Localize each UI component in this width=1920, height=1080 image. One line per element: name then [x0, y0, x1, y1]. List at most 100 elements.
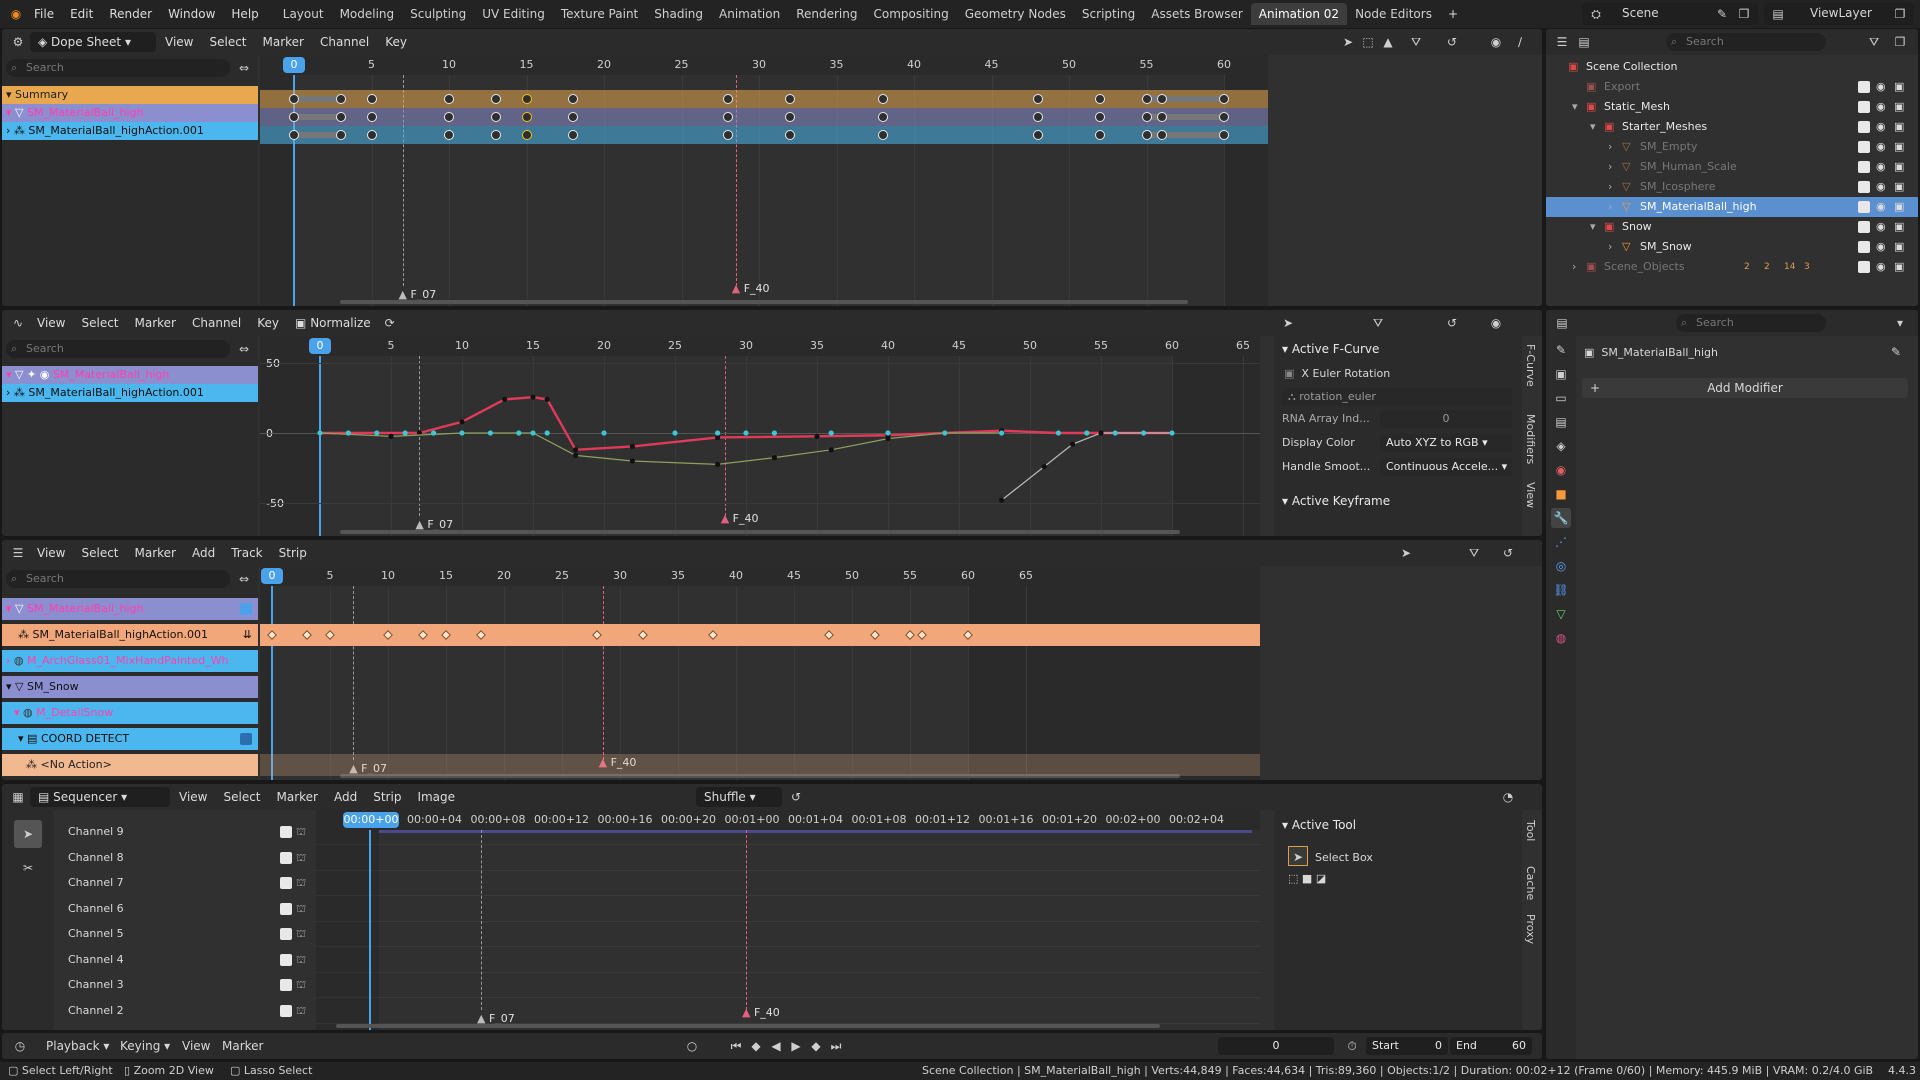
push-down-icon[interactable]: ⇊	[243, 624, 252, 646]
channel-object[interactable]: ▾ ▽ SM_MaterialBall_high	[2, 104, 258, 122]
new-view-layer-icon[interactable]: ❐	[1890, 4, 1910, 24]
keyframe[interactable]	[1219, 130, 1229, 140]
active-keyframe-title[interactable]: ▾ Active Keyframe	[1282, 494, 1390, 508]
nla-menu-track[interactable]: Track	[224, 546, 269, 560]
keyframe[interactable]	[878, 130, 888, 140]
view-layer-selector[interactable]: ▤ ViewLayer ❐	[1764, 3, 1914, 25]
curve-keyframe[interactable]	[573, 447, 579, 453]
mode-extend-icon[interactable]: ■	[1302, 872, 1312, 885]
pin-icon[interactable]: ✎	[1886, 342, 1906, 362]
seq-channel-row[interactable]: Channel 3 ⛫	[54, 973, 314, 997]
curve-keyframe[interactable]	[502, 396, 508, 402]
menu-timeline-marker[interactable]: Marker	[222, 1039, 263, 1053]
data-path-field[interactable]: ⛬ rotation_euler	[1282, 388, 1512, 406]
modifier-tab-icon[interactable]: 🔧	[1551, 508, 1571, 528]
graph-select-icon[interactable]: ➤	[1278, 313, 1298, 333]
add-modifier-button[interactable]: + Add Modifier	[1582, 378, 1908, 398]
material-tab-icon[interactable]: ◍	[1551, 628, 1571, 648]
scene-selector[interactable]: ⛭ Scene ✎ ❐	[1582, 3, 1758, 25]
outliner-row[interactable]: › ▽ SM_Icosphere ◉ ▣	[1546, 177, 1918, 197]
tab-cache[interactable]: Cache	[1524, 866, 1537, 900]
add-workspace-button[interactable]: +	[1440, 0, 1466, 28]
active-fcurve-title[interactable]: ▾ Active F-Curve	[1282, 342, 1379, 356]
display-color-dropdown[interactable]: Auto XYZ to RGB ▾	[1380, 434, 1512, 452]
marker-label[interactable]: ▲ F_40	[742, 1006, 780, 1019]
nla-track-no-action[interactable]: ⁂ <No Action>	[2, 754, 258, 776]
dopesheet-menu-channel[interactable]: Channel	[313, 35, 376, 49]
play-icon[interactable]: ▶	[786, 1036, 806, 1056]
tab-fcurve[interactable]: F-Curve	[1524, 344, 1537, 387]
tab-proxy[interactable]: Proxy	[1524, 914, 1537, 944]
end-frame-field[interactable]: End 60	[1450, 1037, 1532, 1055]
nla-editor-type-icon[interactable]: ☰	[8, 543, 28, 563]
refresh-icon[interactable]: ⟳	[380, 313, 400, 333]
box-select-icon[interactable]: ⬚	[1358, 32, 1378, 52]
keyframe[interactable]	[521, 112, 532, 122]
graph-menu-view[interactable]: View	[30, 316, 72, 330]
channel-lock-icon[interactable]: ⛫	[296, 973, 306, 997]
location-keyframe[interactable]	[487, 430, 493, 436]
jump-start-icon[interactable]: ⏮	[726, 1036, 746, 1056]
exclude-checkbox[interactable]	[1858, 141, 1870, 153]
location-keyframe[interactable]	[771, 430, 777, 436]
dopesheet-menu-key[interactable]: Key	[378, 35, 414, 49]
keyframe[interactable]	[1219, 94, 1229, 104]
keyframe[interactable]	[1157, 112, 1167, 122]
visibility-eye-icon[interactable]: ◉	[1876, 97, 1886, 117]
channel-mute-checkbox[interactable]	[280, 851, 292, 864]
overlay-icon[interactable]: ◔	[1498, 787, 1518, 807]
keyframe[interactable]	[568, 94, 578, 104]
keyframe[interactable]	[289, 112, 299, 122]
seq-channel-row[interactable]: Channel 4 ⛫	[54, 948, 314, 972]
keyframe[interactable]	[1033, 130, 1043, 140]
location-keyframe[interactable]	[828, 430, 834, 436]
new-scene-icon[interactable]: ❐	[1734, 4, 1754, 24]
filter-icon[interactable]: ⛛	[1406, 32, 1426, 52]
dopesheet-row[interactable]	[260, 90, 1268, 108]
keyframe[interactable]	[723, 112, 733, 122]
new-collection-icon[interactable]: ❐	[1890, 32, 1910, 52]
playhead-line[interactable]	[369, 830, 371, 1030]
keyframe[interactable]	[785, 130, 795, 140]
channel-lock-icon[interactable]: ⛫	[296, 1024, 306, 1030]
seq-channel-row[interactable]: Channel 5 ⛫	[54, 922, 314, 946]
workspace-tab[interactable]: Texture Paint	[553, 3, 646, 25]
location-keyframe[interactable]	[1169, 430, 1175, 436]
swap-icon[interactable]: ⇔	[234, 58, 254, 78]
properties-options-icon[interactable]: ▾	[1890, 313, 1910, 333]
dopesheet-row[interactable]	[260, 108, 1268, 126]
render-camera-icon[interactable]: ▣	[1894, 97, 1904, 117]
seq-channel-row[interactable]: Channel 1 ⛫	[54, 1024, 314, 1030]
track-checkbox[interactable]	[240, 603, 252, 615]
seq-menu-strip[interactable]: Strip	[366, 790, 408, 804]
location-keyframe[interactable]	[1084, 430, 1090, 436]
current-frame-field[interactable]: 0	[1218, 1037, 1334, 1055]
nla-timeline[interactable]: 5 10 15 20 25 30 35 40 45 50 55 60 65 ▲ F_07 ▲ F_40 0	[260, 566, 1260, 780]
keyframe[interactable]	[1033, 94, 1043, 104]
keyframe[interactable]	[1095, 94, 1105, 104]
proportional-icon[interactable]: ◉	[1486, 32, 1506, 52]
sequencer-editor-type-icon[interactable]: ▦	[8, 787, 28, 807]
seq-menu-view[interactable]: View	[172, 790, 214, 804]
pin-icon[interactable]: ✎	[1712, 4, 1732, 24]
frame-ruler[interactable]: 5 10 15 20 25 30 35 40 45 50 55 60	[260, 55, 1268, 75]
visibility-eye-icon[interactable]: ◉	[1876, 237, 1886, 257]
workspace-tab[interactable]: Animation	[711, 3, 788, 25]
keyframe[interactable]	[444, 94, 454, 104]
outliner-row[interactable]: ▣ Scene Collection	[1546, 57, 1918, 77]
exclude-checkbox[interactable]	[1858, 241, 1870, 253]
keyframe[interactable]	[878, 112, 888, 122]
render-camera-icon[interactable]: ▣	[1894, 137, 1904, 157]
keyframe[interactable]	[490, 130, 501, 140]
tab-view[interactable]: View	[1524, 482, 1537, 508]
keyframe[interactable]	[521, 94, 532, 104]
location-keyframe[interactable]	[672, 430, 678, 436]
array-index-field[interactable]: 0	[1380, 410, 1512, 428]
select-tool-icon[interactable]: ➤	[1338, 32, 1358, 52]
curve-keyframe[interactable]	[715, 461, 721, 467]
seq-menu-image[interactable]: Image	[410, 790, 462, 804]
workspace-tab[interactable]: Modeling	[332, 3, 403, 25]
keyframe[interactable]	[289, 94, 299, 104]
track-checkbox[interactable]	[240, 733, 252, 745]
keyframe[interactable]	[335, 130, 346, 140]
